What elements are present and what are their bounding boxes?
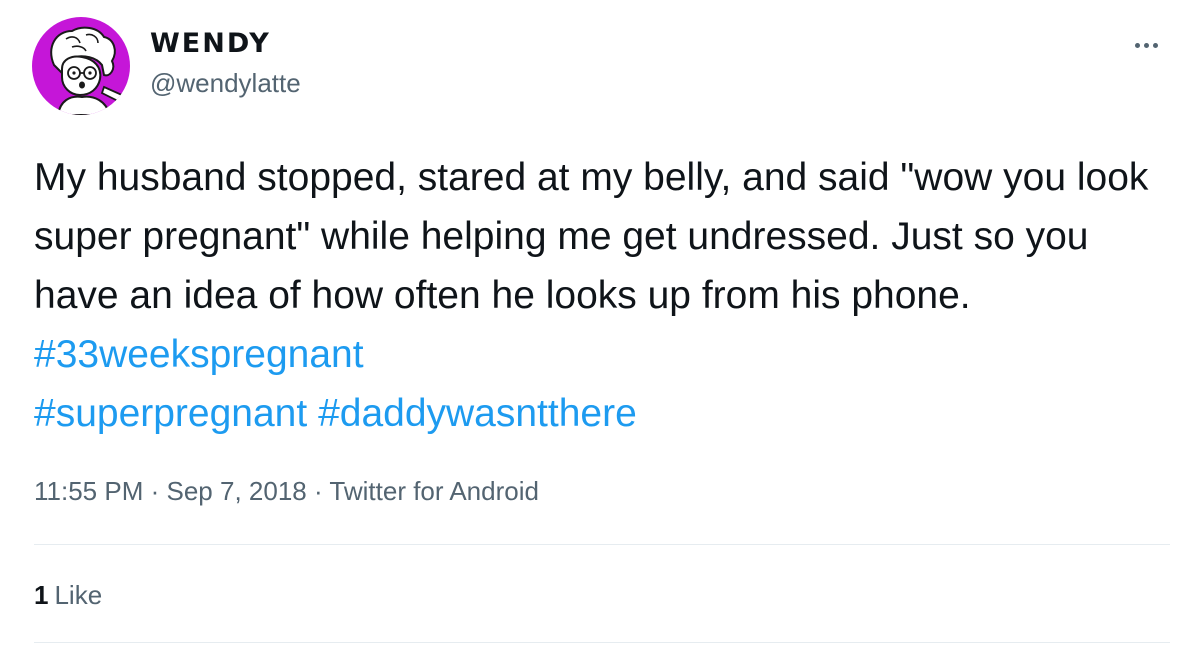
tweet-date[interactable]: Sep 7, 2018	[167, 476, 307, 506]
more-horizontal-icon[interactable]	[1124, 30, 1168, 60]
display-name[interactable]: WENDY	[150, 28, 271, 59]
user-handle[interactable]: @wendylatte	[150, 68, 301, 99]
tweet-text: My husband stopped, stared at my belly, …	[34, 148, 1164, 443]
avatar[interactable]	[32, 17, 130, 115]
tweet-time[interactable]: 11:55 PM	[34, 476, 143, 506]
meta-separator: ·	[150, 476, 160, 506]
tweet-body: My husband stopped, stared at my belly, …	[34, 156, 1149, 317]
hashtag-link[interactable]: #superpregnant	[34, 392, 307, 435]
meta-separator: ·	[313, 476, 323, 506]
dot	[1143, 42, 1149, 48]
like-label: Like	[54, 580, 103, 610]
divider	[34, 642, 1170, 643]
likes-button[interactable]: 1 Like	[34, 580, 102, 611]
like-count: 1	[34, 580, 49, 610]
divider	[34, 544, 1170, 545]
dot	[1152, 42, 1158, 48]
tweet-card: WENDY @wendylatte My husband stopped, st…	[0, 0, 1200, 646]
hashtag-link[interactable]: #daddywasntthere	[318, 392, 637, 435]
dot	[1134, 42, 1140, 48]
hashtag-link[interactable]: #33weekspregnant	[34, 333, 364, 376]
tweet-metadata: 11:55 PM · Sep 7, 2018 · Twitter for And…	[34, 476, 539, 507]
tweet-source[interactable]: Twitter for Android	[329, 476, 539, 506]
cartoon-avatar-icon	[50, 26, 124, 115]
